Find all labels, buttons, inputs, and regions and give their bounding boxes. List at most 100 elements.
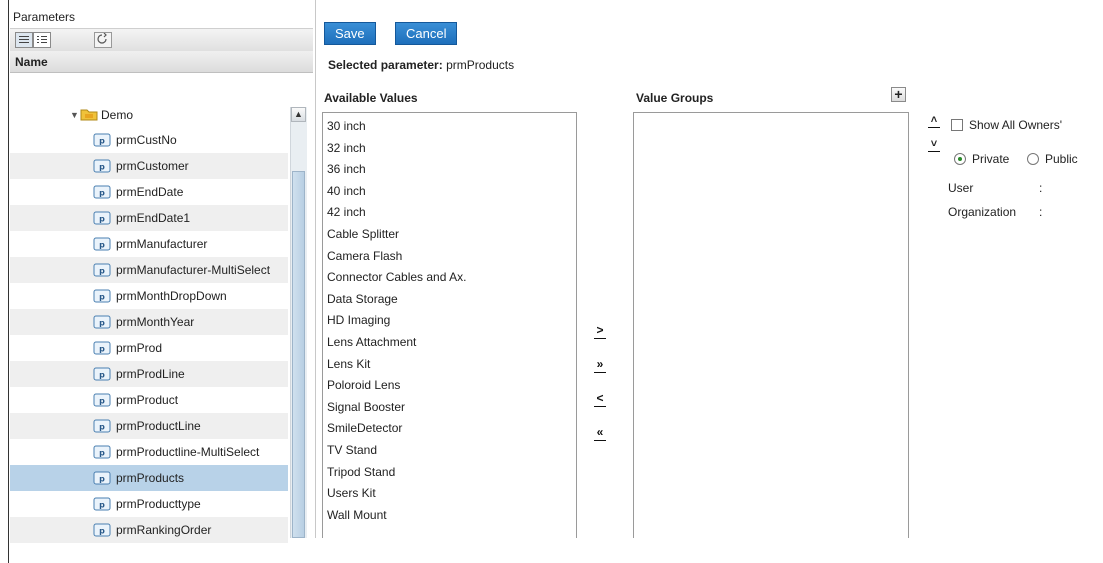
parameter-icon: p <box>93 497 111 511</box>
parameter-label: prmRankingOrder <box>116 523 212 537</box>
expand-arrow-icon[interactable]: ▼ <box>70 110 80 120</box>
svg-text:p: p <box>99 215 105 224</box>
move-up-button[interactable]: ˄ <box>928 114 940 128</box>
parameter-item[interactable]: p prmCustNo <box>10 127 288 153</box>
public-label: Public <box>1045 152 1078 166</box>
parameter-label: prmProductLine <box>116 419 201 433</box>
parameter-label: prmMonthYear <box>116 315 195 329</box>
parameter-item[interactable]: p prmRankingOrder <box>10 517 288 543</box>
available-values-list[interactable]: 30 inch 32 inch 36 inch 40 inch 42 inch Cable… <box>322 112 577 538</box>
parameter-icon: p <box>93 393 111 407</box>
panel-title: Parameters <box>13 10 76 24</box>
svg-text:p: p <box>99 345 105 354</box>
svg-text:p: p <box>99 371 105 380</box>
parameter-item[interactable]: p prmManufacturer-MultiSelect <box>10 257 288 283</box>
organization-separator: : <box>1039 205 1043 219</box>
parameter-icon: p <box>93 263 111 277</box>
available-value-item[interactable]: Users Kit <box>323 483 576 505</box>
parameter-item[interactable]: p prmManufacturer <box>10 231 288 257</box>
user-label: User <box>948 181 974 195</box>
available-value-item[interactable]: Signal Booster <box>323 397 576 419</box>
parameter-icon: p <box>93 289 111 303</box>
svg-text:p: p <box>99 189 105 198</box>
value-groups-list[interactable] <box>633 112 909 538</box>
svg-text:p: p <box>99 241 105 250</box>
parameter-icon: p <box>93 159 111 173</box>
available-value-item[interactable]: Cable Splitter <box>323 224 576 246</box>
add-group-button[interactable]: + <box>891 87 906 102</box>
parameter-item[interactable]: p prmEndDate <box>10 179 288 205</box>
available-value-item[interactable]: 42 inch <box>323 202 576 224</box>
parameter-item[interactable]: p prmProductLine <box>10 413 288 439</box>
parameter-icon: p <box>93 315 111 329</box>
parameter-tree: ▼ Demo p prmCustNo p prmCustomer p prmEndDate… <box>10 103 288 543</box>
parameter-icon: p <box>93 237 111 251</box>
refresh-icon[interactable] <box>94 32 112 48</box>
scroll-thumb[interactable] <box>292 171 305 538</box>
parameter-label: prmManufacturer <box>116 237 208 251</box>
folder-demo[interactable]: ▼ Demo <box>10 103 288 127</box>
available-value-item[interactable]: Lens Kit <box>323 354 576 376</box>
cancel-button[interactable]: Cancel <box>395 22 458 45</box>
parameter-item[interactable]: p prmCustomer <box>10 153 288 179</box>
tree-scrollbar[interactable]: ▲ <box>290 107 307 538</box>
show-all-owners-label: Show All Owners' <box>969 118 1062 132</box>
value-groups-header: Value Groups <box>636 91 714 105</box>
svg-text:p: p <box>99 137 105 146</box>
available-value-item[interactable]: 32 inch <box>323 138 576 160</box>
available-value-item[interactable]: 30 inch <box>323 116 576 138</box>
parameter-icon: p <box>93 341 111 355</box>
parameter-item[interactable]: p prmProductline-MultiSelect <box>10 439 288 465</box>
available-value-item[interactable]: SmileDetector <box>323 418 576 440</box>
available-value-item[interactable]: 40 inch <box>323 181 576 203</box>
parameter-item[interactable]: p prmEndDate1 <box>10 205 288 231</box>
parameter-label: prmProductline-MultiSelect <box>116 445 260 459</box>
available-value-item[interactable]: Tripod Stand <box>323 462 576 484</box>
detail-view-icon[interactable] <box>33 32 51 48</box>
available-value-item[interactable]: Wall Mount <box>323 505 576 527</box>
parameter-icon: p <box>93 133 111 147</box>
parameter-icon: p <box>93 419 111 433</box>
show-all-owners-checkbox[interactable] <box>951 119 963 131</box>
parameter-label: prmCustomer <box>116 159 189 173</box>
parameter-item[interactable]: p prmProducts <box>10 465 288 491</box>
move-all-right-button[interactable]: » <box>592 357 608 373</box>
private-label: Private <box>972 152 1010 166</box>
svg-text:p: p <box>99 163 105 172</box>
available-value-item[interactable]: HD Imaging <box>323 310 576 332</box>
parameter-icon: p <box>93 211 111 225</box>
available-value-item[interactable]: Connector Cables and Ax. <box>323 267 576 289</box>
parameter-item[interactable]: p prmMonthYear <box>10 309 288 335</box>
available-value-item[interactable]: Data Storage <box>323 289 576 311</box>
parameter-item[interactable]: p prmProdLine <box>10 361 288 387</box>
available-value-item[interactable]: Camera Flash <box>323 246 576 268</box>
available-value-item[interactable]: Lens Attachment <box>323 332 576 354</box>
list-view-icon[interactable] <box>15 32 33 48</box>
scroll-up-icon[interactable]: ▲ <box>291 107 306 122</box>
available-values-header: Available Values <box>324 91 418 105</box>
parameter-item[interactable]: p prmProd <box>10 335 288 361</box>
svg-text:p: p <box>99 449 105 458</box>
parameter-item[interactable]: p prmMonthDropDown <box>10 283 288 309</box>
user-separator: : <box>1039 181 1043 195</box>
private-radio[interactable] <box>954 153 966 165</box>
public-radio[interactable] <box>1027 153 1039 165</box>
parameter-label: prmCustNo <box>116 133 177 147</box>
folder-icon <box>80 107 98 124</box>
name-column-header[interactable]: Name <box>10 51 313 73</box>
svg-text:p: p <box>99 293 105 302</box>
available-value-item[interactable]: 36 inch <box>323 159 576 181</box>
move-right-button[interactable]: > <box>592 323 608 339</box>
parameter-item[interactable]: p prmProducttype <box>10 491 288 517</box>
move-all-left-button[interactable]: « <box>592 425 608 441</box>
parameter-label: prmEndDate1 <box>116 211 191 225</box>
save-button[interactable]: Save <box>324 22 376 45</box>
parameter-item[interactable]: p prmProduct <box>10 387 288 413</box>
move-down-button[interactable]: ˅ <box>928 138 940 152</box>
move-left-button[interactable]: < <box>592 391 608 407</box>
parameter-icon: p <box>93 523 111 537</box>
available-value-item[interactable]: TV Stand <box>323 440 576 462</box>
parameter-label: prmProducttype <box>116 497 201 511</box>
svg-text:p: p <box>99 267 105 276</box>
available-value-item[interactable]: Poloroid Lens <box>323 375 576 397</box>
